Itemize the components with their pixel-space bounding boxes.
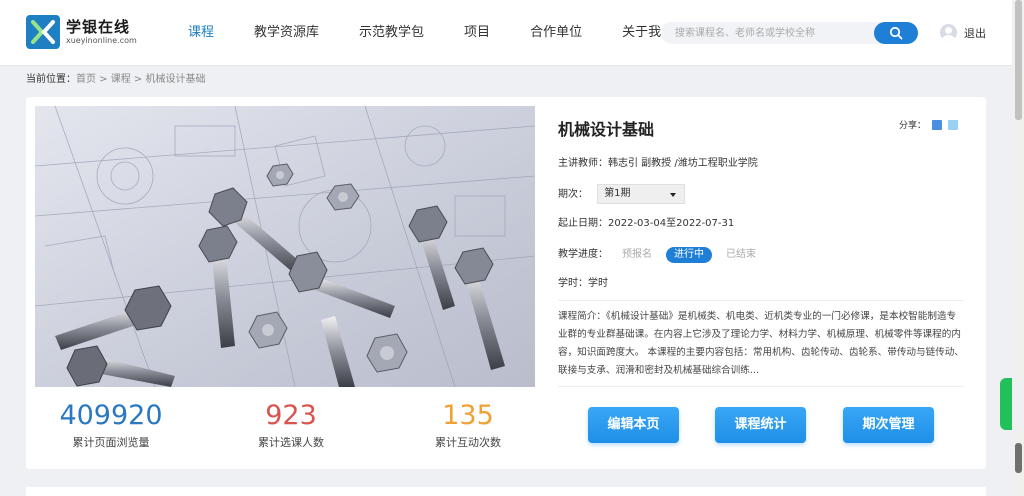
side-feedback-tab[interactable] [1000,378,1012,430]
course-title: 机械设计基础 [558,120,655,139]
course-hours: 学时：学时 [558,278,608,289]
period-label: 期次： [558,189,588,200]
period-management-button[interactable]: 期次管理 [843,407,934,443]
course-stats-button[interactable]: 课程统计 [715,407,806,443]
course-description: 课程简介：《机械设计基础》是机械类、机电类、近机类专业的一门必修课，是本校智能制… [558,311,964,376]
stat-interactions: 135 累计互动次数 [383,399,553,451]
logo-title: 学银在线 [66,18,131,36]
stat-value: 409920 [59,400,163,431]
stat-label: 累计互动次数 [435,436,501,449]
user-area: 退出 [940,24,986,41]
page-scrollbar[interactable] [1012,0,1024,496]
share-area: 分享： [899,118,958,131]
scrollbar-thumb-secondary[interactable] [1015,443,1022,473]
next-section-card [26,487,986,496]
share-qrcode-icon[interactable] [948,119,958,130]
search-box [661,22,918,44]
period-row: 期次： 第1期 [558,184,686,204]
stat-page-views: 409920 累计页面浏览量 [26,399,196,451]
nav-projects[interactable]: 项目 [464,24,490,42]
stat-label: 累计选课人数 [258,436,324,449]
scrollbar-thumb[interactable] [1015,0,1022,120]
share-label: 分享： [898,121,926,131]
nav-partners[interactable]: 合作单位 [530,24,582,42]
progress-ended: 已结束 [726,249,756,260]
progress-label: 教学进度： [558,249,608,260]
progress-row: 教学进度： 预报名 进行中 已结束 [558,247,762,263]
main-nav: 课程 教学资源库 示范教学包 项目 合作单位 关于我们 [188,24,714,42]
nav-demo-packages[interactable]: 示范教学包 [359,24,424,42]
stat-value: 923 [265,400,317,431]
divider [558,386,964,387]
course-cover-image [35,106,535,387]
edit-page-button[interactable]: 编辑本页 [588,407,679,443]
period-select[interactable]: 第1期 [597,184,686,204]
stat-enrolled: 923 累计选课人数 [206,399,376,451]
nav-courses[interactable]: 课程 [188,24,214,42]
progress-pre-enroll: 预报名 [622,249,652,260]
course-stats: 409920 累计页面浏览量 923 累计选课人数 135 累计互动次数 [26,393,546,463]
site-logo[interactable]: 学银在线 xueyinonline.com [26,15,137,49]
breadcrumb-path[interactable]: 首页 > 课程 > 机械设计基础 [76,74,205,85]
divider [558,300,964,301]
course-card: 409920 累计页面浏览量 923 累计选课人数 135 累计互动次数 机械设… [26,97,986,469]
share-weibo-icon[interactable] [932,119,942,130]
breadcrumb: 当前位置：首页 > 课程 > 机械设计基础 [26,73,205,87]
stat-value: 135 [442,400,494,431]
progress-in-progress: 进行中 [666,247,712,263]
breadcrumb-label: 当前位置： [26,74,76,85]
logout-link[interactable]: 退出 [964,25,986,41]
search-button[interactable] [874,22,918,44]
logo-subtitle: xueyinonline.com [66,36,137,45]
course-dates: 起止日期：2022-03-04至2022-07-31 [558,218,735,229]
course-info: 机械设计基础 分享： 主讲教师：韩志引 副教授 /潍坊工程职业学院 期次： 第1… [558,97,968,469]
search-icon [889,26,903,40]
nav-resource-library[interactable]: 教学资源库 [254,24,319,42]
course-teacher: 主讲教师：韩志引 副教授 /潍坊工程职业学院 [558,158,758,169]
stat-label: 累计页面浏览量 [72,436,150,449]
search-input[interactable] [675,25,865,41]
avatar[interactable] [940,24,957,41]
top-header: 学银在线 xueyinonline.com 课程 教学资源库 示范教学包 项目 … [0,0,1012,66]
logo-icon [26,15,60,49]
